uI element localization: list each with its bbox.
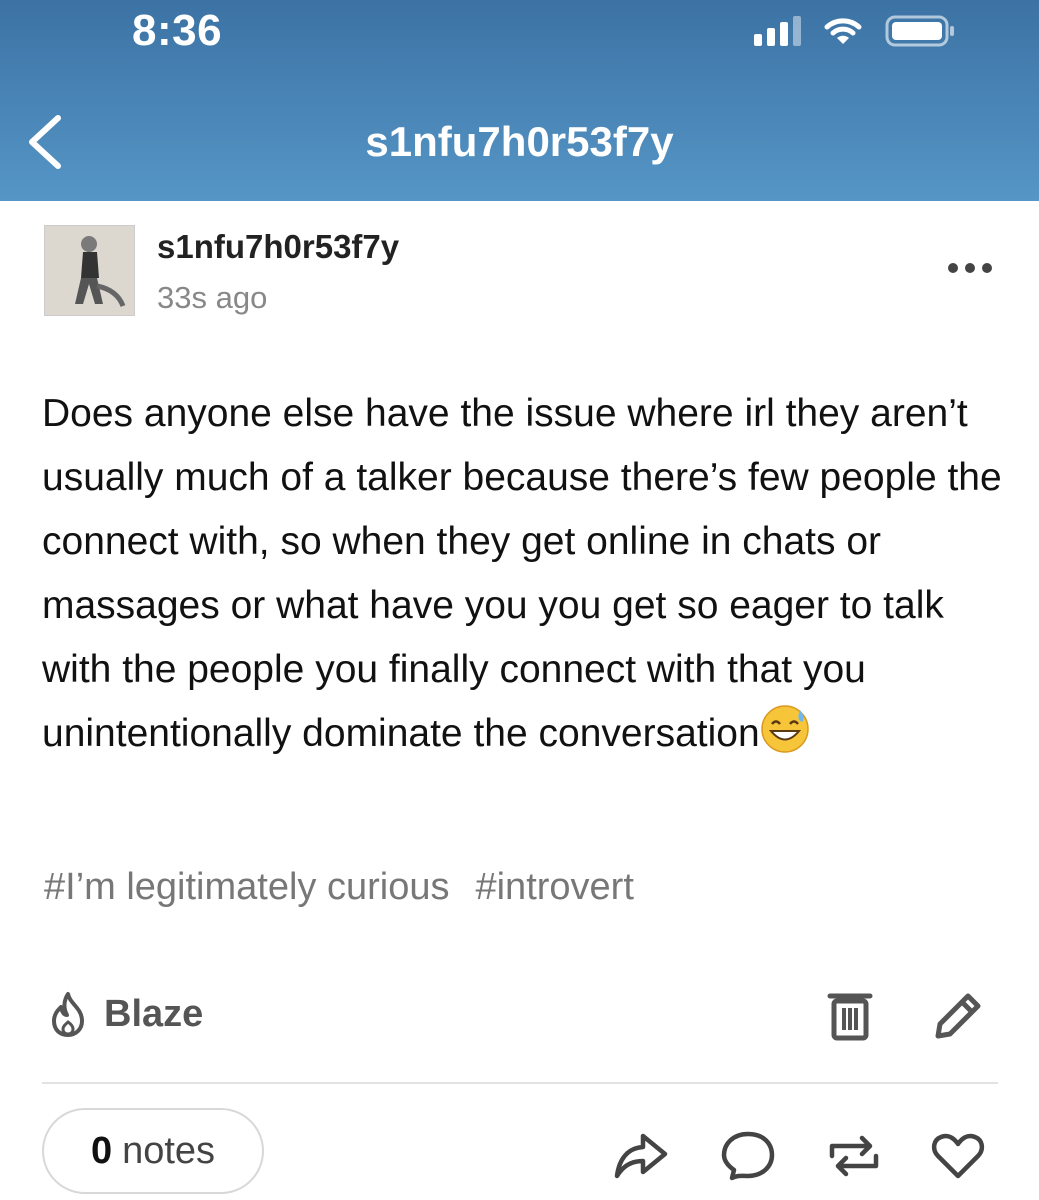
post-author[interactable]: s1nfu7h0r53f7y — [157, 228, 399, 266]
tag-item[interactable]: #I’m legitimately curious — [44, 866, 449, 909]
tag-list: #I’m legitimately curious #introvert — [44, 866, 634, 909]
more-options-icon[interactable] — [948, 250, 1008, 286]
notes-count: 0 — [90, 1129, 113, 1172]
notes-label: notes — [122, 1129, 216, 1172]
signal-icon — [754, 16, 801, 46]
sweat-smile-emoji — [760, 704, 810, 754]
blaze-label: Blaze — [104, 992, 204, 1035]
flame-icon — [52, 992, 84, 1037]
pencil-icon[interactable] — [930, 988, 986, 1044]
tag-item[interactable]: #introvert — [475, 866, 633, 909]
divider — [42, 1082, 998, 1084]
status-icons — [754, 14, 957, 48]
battery-icon — [885, 15, 954, 47]
reblog-icon[interactable] — [826, 1128, 882, 1184]
share-icon[interactable] — [613, 1128, 669, 1184]
post-timestamp: 33s ago — [157, 280, 268, 315]
trash-icon[interactable] — [826, 988, 874, 1042]
comment-icon[interactable] — [720, 1128, 776, 1184]
post-body-text: Does anyone else have the issue where ir… — [42, 392, 1002, 755]
app-header: 8:36 s1nfu7h0r53f7y — [0, 0, 1039, 201]
status-time: 8:36 — [132, 6, 223, 55]
avatar[interactable] — [44, 225, 135, 316]
page-title: s1nfu7h0r53f7y — [365, 118, 674, 165]
notes-button[interactable]: 0 notes — [42, 1108, 264, 1194]
post-body: Does anyone else have the issue where ir… — [42, 382, 1002, 766]
heart-icon[interactable] — [930, 1128, 986, 1184]
wifi-icon — [824, 18, 862, 44]
blaze-button[interactable]: Blaze — [46, 990, 203, 1038]
